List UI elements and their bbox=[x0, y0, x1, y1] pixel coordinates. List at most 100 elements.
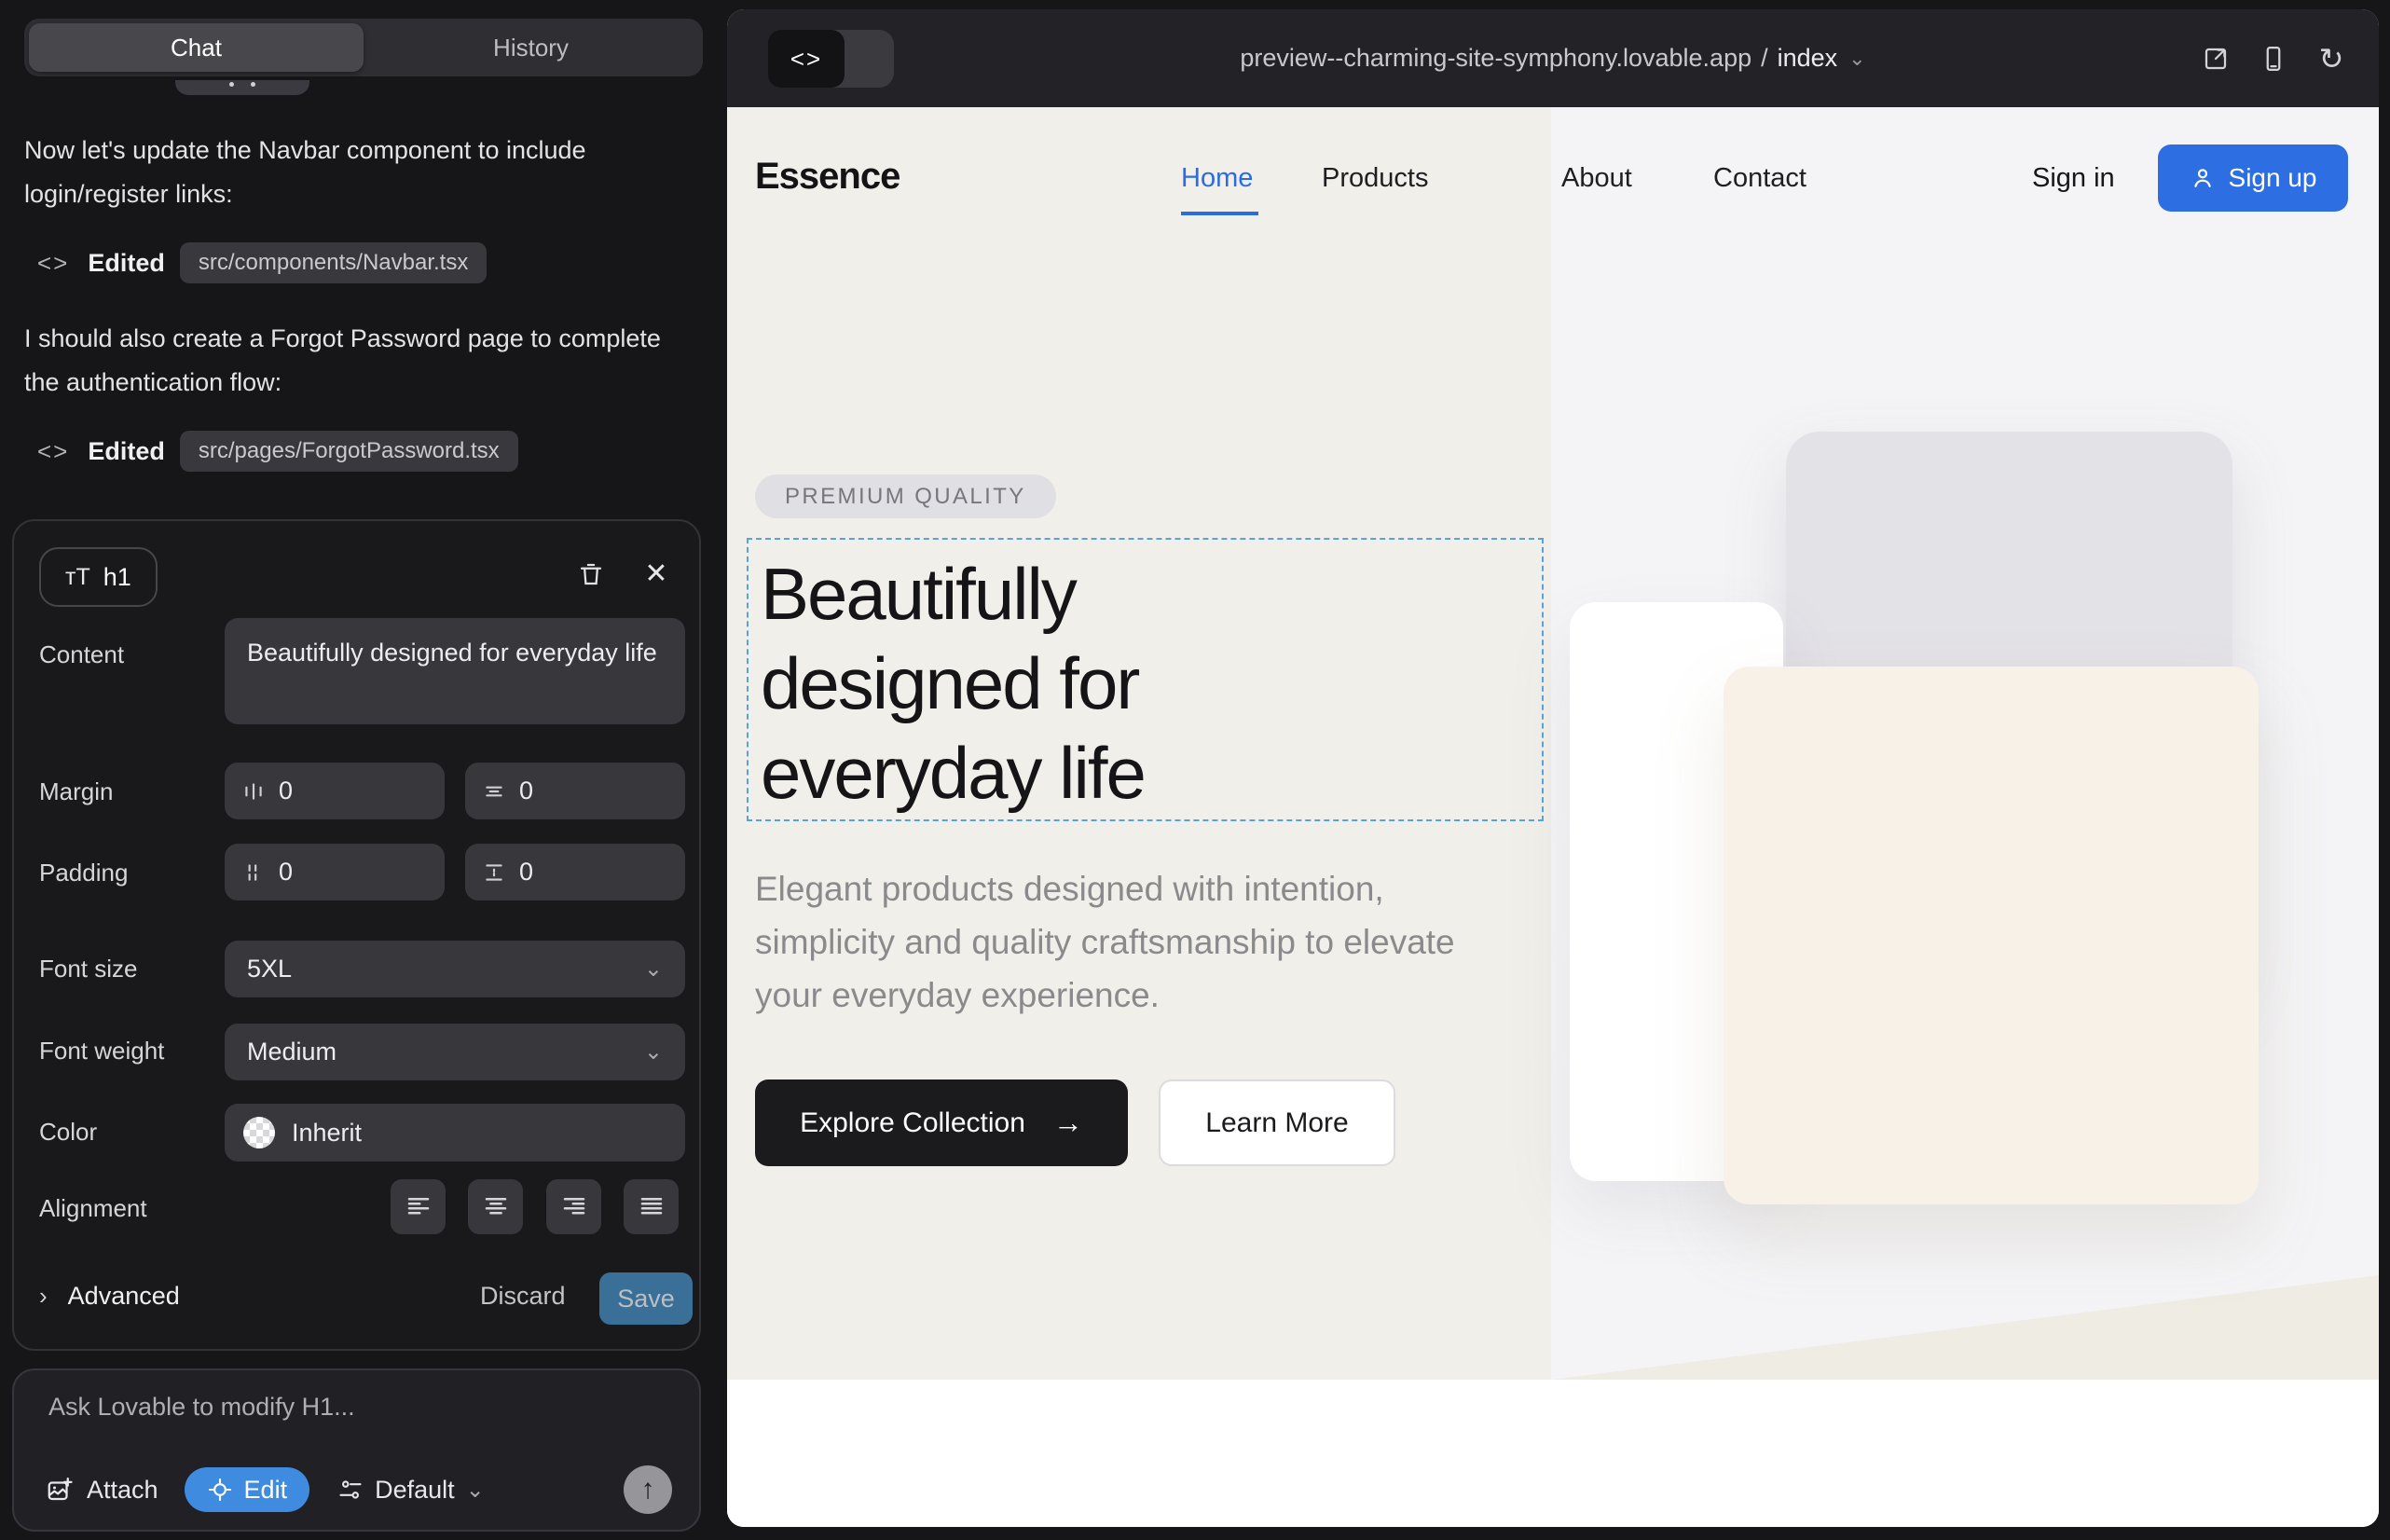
padding-x-input[interactable]: 0 bbox=[225, 844, 445, 901]
chevron-right-icon: › bbox=[39, 1282, 48, 1311]
nav-link-home[interactable]: Home bbox=[1181, 163, 1253, 194]
vertical-padding-icon bbox=[482, 860, 506, 885]
hero-heading[interactable]: Beautifully designed for everyday life bbox=[761, 549, 1145, 818]
color-value: Inherit bbox=[292, 1119, 362, 1148]
edited-label: Edited bbox=[88, 249, 165, 278]
discard-button[interactable]: Discard bbox=[480, 1282, 566, 1311]
color-select[interactable]: Inherit bbox=[225, 1104, 685, 1162]
decorative-beige-card bbox=[1724, 667, 2259, 1204]
partial-chip bbox=[175, 80, 309, 95]
chevron-down-icon: ⌄ bbox=[1848, 47, 1865, 71]
explore-collection-label: Explore Collection bbox=[800, 1107, 1025, 1139]
margin-x-value: 0 bbox=[279, 777, 293, 805]
chevron-down-icon: ⌄ bbox=[644, 956, 663, 983]
alignment-label: Alignment bbox=[39, 1194, 147, 1223]
close-icon: ✕ bbox=[644, 560, 667, 588]
hero-heading-line: everyday life bbox=[761, 728, 1145, 818]
sign-up-button[interactable]: Sign up bbox=[2158, 144, 2348, 212]
color-swatch-icon bbox=[243, 1117, 275, 1148]
padding-y-value: 0 bbox=[519, 858, 533, 887]
padding-x-value: 0 bbox=[279, 858, 293, 887]
hero-heading-line: Beautifully bbox=[761, 549, 1145, 639]
margin-y-value: 0 bbox=[519, 777, 533, 805]
explore-collection-button[interactable]: Explore Collection → bbox=[755, 1079, 1128, 1166]
align-justify-button[interactable] bbox=[624, 1179, 679, 1234]
active-nav-underline bbox=[1181, 212, 1258, 215]
edit-label: Edit bbox=[244, 1476, 288, 1505]
font-weight-select[interactable]: Medium ⌄ bbox=[225, 1024, 685, 1080]
horizontal-padding-icon bbox=[241, 860, 266, 885]
url-bar[interactable]: preview--charming-site-symphony.lovable.… bbox=[727, 9, 2379, 107]
delete-element-button[interactable] bbox=[575, 558, 607, 590]
element-tag-badge[interactable]: тT h1 bbox=[39, 547, 158, 607]
horizontal-margin-icon bbox=[241, 779, 266, 804]
align-left-button[interactable] bbox=[391, 1179, 446, 1234]
padding-label: Padding bbox=[39, 859, 128, 887]
target-icon bbox=[207, 1477, 233, 1503]
learn-more-button[interactable]: Learn More bbox=[1159, 1079, 1395, 1166]
preview-chrome-bar: preview--charming-site-symphony.lovable.… bbox=[727, 9, 2379, 107]
file-chip[interactable]: src/pages/ForgotPassword.tsx bbox=[180, 431, 518, 472]
sign-in-link[interactable]: Sign in bbox=[2032, 163, 2115, 194]
default-label: Default bbox=[375, 1476, 455, 1505]
chevron-down-icon: ⌄ bbox=[466, 1477, 485, 1504]
margin-y-input[interactable]: 0 bbox=[465, 763, 685, 819]
align-left-icon bbox=[405, 1193, 433, 1221]
font-size-select[interactable]: 5XL ⌄ bbox=[225, 941, 685, 997]
content-input[interactable]: Beautifully designed for everyday life bbox=[225, 618, 685, 724]
font-size-label: Font size bbox=[39, 955, 138, 983]
element-editor-panel: тT h1 ✕ Content Beautifully designed for… bbox=[12, 519, 701, 1351]
code-icon: <> bbox=[768, 30, 845, 88]
save-button[interactable]: Save bbox=[599, 1272, 693, 1325]
edited-file-row[interactable]: <> Edited src/pages/ForgotPassword.tsx bbox=[37, 431, 518, 472]
site-logo[interactable]: Essence bbox=[755, 156, 900, 198]
open-external-button[interactable] bbox=[2200, 43, 2232, 75]
url-domain: preview--charming-site-symphony.lovable.… bbox=[1240, 44, 1751, 73]
url-page: index bbox=[1778, 44, 1838, 73]
attach-button[interactable]: Attach bbox=[46, 1476, 158, 1505]
advanced-toggle[interactable]: › Advanced bbox=[39, 1282, 180, 1311]
attach-label: Attach bbox=[87, 1476, 158, 1505]
align-right-button[interactable] bbox=[546, 1179, 601, 1234]
composer-toolbar: Attach Edit Default ⌄ ↑ bbox=[46, 1464, 672, 1516]
text-size-icon: тT bbox=[65, 564, 90, 591]
nav-link-contact[interactable]: Contact bbox=[1713, 163, 1806, 194]
tab-history[interactable]: History bbox=[364, 23, 698, 72]
nav-link-about[interactable]: About bbox=[1561, 163, 1632, 194]
mobile-view-button[interactable] bbox=[2258, 43, 2289, 75]
code-icon: <> bbox=[37, 437, 69, 466]
edited-file-row[interactable]: <> Edited src/components/Navbar.tsx bbox=[37, 242, 487, 283]
element-tag-label: h1 bbox=[103, 563, 131, 592]
nav-link-products[interactable]: Products bbox=[1322, 163, 1428, 194]
composer-panel: Attach Edit Default ⌄ ↑ bbox=[12, 1368, 701, 1532]
font-weight-label: Font weight bbox=[39, 1037, 164, 1066]
font-weight-value: Medium bbox=[247, 1038, 337, 1066]
padding-y-input[interactable]: 0 bbox=[465, 844, 685, 901]
align-justify-icon bbox=[638, 1193, 666, 1221]
hero-wedge-shape bbox=[1551, 1275, 2379, 1380]
color-label: Color bbox=[39, 1118, 97, 1147]
margin-label: Margin bbox=[39, 777, 113, 806]
code-view-toggle[interactable]: <> bbox=[768, 30, 894, 88]
file-chip[interactable]: src/components/Navbar.tsx bbox=[180, 242, 487, 283]
next-section-background bbox=[727, 1380, 2379, 1527]
premium-quality-badge: PREMIUM QUALITY bbox=[755, 474, 1056, 518]
close-editor-button[interactable]: ✕ bbox=[640, 558, 672, 590]
default-mode-select[interactable]: Default ⌄ bbox=[337, 1476, 485, 1505]
code-icon: <> bbox=[37, 249, 69, 278]
margin-x-input[interactable]: 0 bbox=[225, 763, 445, 819]
tab-chat[interactable]: Chat bbox=[29, 23, 364, 72]
composer-input[interactable] bbox=[48, 1393, 664, 1449]
align-right-icon bbox=[560, 1193, 588, 1221]
send-button[interactable]: ↑ bbox=[624, 1465, 672, 1514]
align-center-button[interactable] bbox=[468, 1179, 523, 1234]
edit-mode-button[interactable]: Edit bbox=[185, 1467, 310, 1512]
user-icon bbox=[2190, 165, 2216, 191]
sign-up-label: Sign up bbox=[2229, 163, 2317, 193]
advanced-label: Advanced bbox=[68, 1282, 180, 1311]
refresh-button[interactable]: ↻ bbox=[2315, 43, 2347, 75]
chevron-down-icon: ⌄ bbox=[644, 1038, 663, 1066]
hero-heading-line: designed for bbox=[761, 639, 1145, 728]
chat-message: Now let's update the Navbar component to… bbox=[24, 129, 682, 216]
content-label: Content bbox=[39, 640, 124, 669]
